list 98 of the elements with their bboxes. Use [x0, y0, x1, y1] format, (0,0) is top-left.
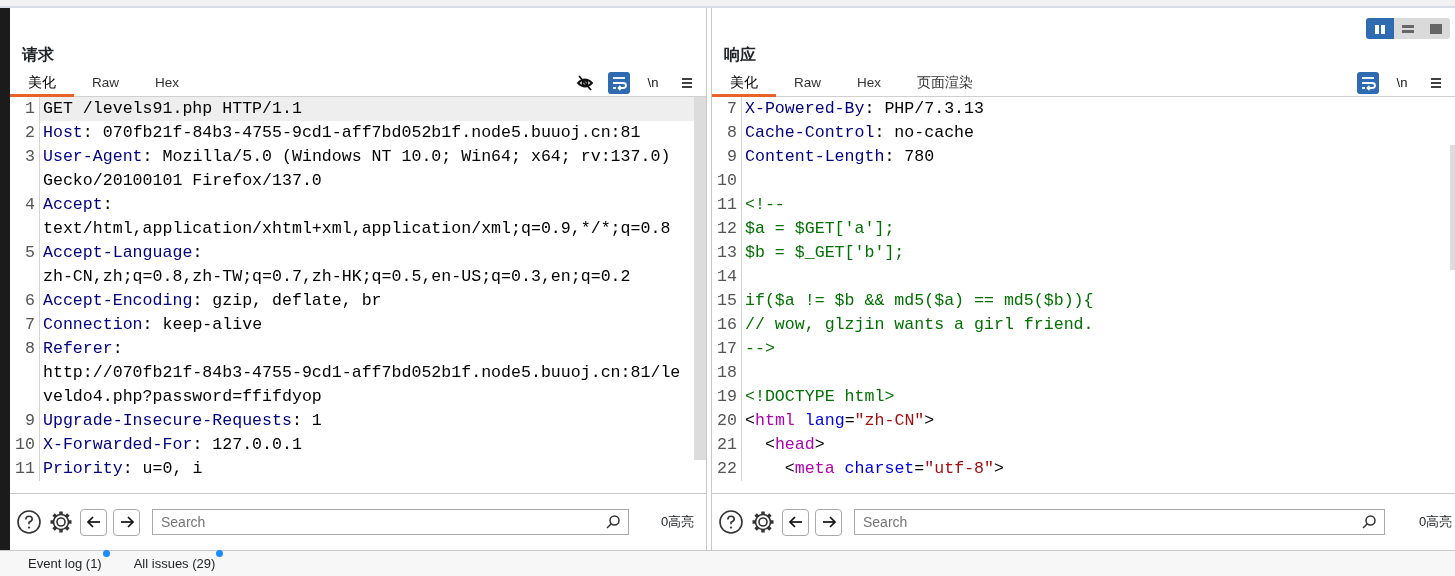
code-line: <head> [763, 434, 826, 456]
code-line: Referer: [43, 338, 124, 360]
line-number: 8 [10, 337, 40, 409]
wrap-icon [610, 74, 628, 92]
line-number: 6 [10, 289, 40, 313]
line-number: 2 [10, 121, 40, 145]
settings-icon[interactable] [750, 509, 776, 535]
code-line: // wow, glzjin wants a girl friend. [745, 314, 1095, 336]
code-line: Host: 070fb21f-84b3-4755-9cd1-aff7bd052b1f.node5.buuoj.cn:81 [43, 122, 642, 144]
help-icon[interactable] [16, 509, 42, 535]
code-line: User-Agent: Mozilla/5.0 (Windows NT 10.0; Win64; x64; rv:137.0) [43, 146, 672, 168]
code-line: Content-Length: 780 [745, 146, 936, 168]
back-button[interactable] [80, 508, 107, 536]
settings-icon[interactable] [48, 509, 74, 535]
search-field[interactable]: Search [152, 509, 629, 535]
layout-icon [1401, 22, 1415, 35]
code-line: Accept-Language: [43, 242, 204, 264]
line-number: 7 [10, 313, 40, 337]
line-number: 11 [712, 193, 742, 217]
tab[interactable]: Hex [839, 69, 900, 97]
line-number: 18 [712, 361, 742, 385]
search-field[interactable]: Search [854, 509, 1385, 535]
code-line: <meta charset="utf-8"> [783, 458, 1005, 480]
layout-icon [1429, 22, 1443, 35]
line-number: 3 [10, 145, 40, 193]
highlight-count: 0高亮 [1419, 513, 1453, 532]
code-line: Connection: keep-alive [43, 314, 264, 336]
line-number: 8 [712, 121, 742, 145]
scrollbar[interactable] [1450, 145, 1455, 270]
code-line: $a = $GET['a']; [745, 218, 896, 240]
code-line: text/html,application/xhtml+xml,application/xml;q=0.9,*/*;q=0.8 [43, 218, 672, 240]
code-line: veldo4.php?password=ffifdyop [43, 386, 323, 408]
code-line: <html lang="zh-CN"> [745, 410, 936, 432]
line-number: 16 [712, 313, 742, 337]
arrow-right-icon [118, 514, 135, 530]
line-number: 19 [712, 385, 742, 409]
line-number: 17 [712, 337, 742, 361]
code-line: GET /levels91.php HTTP/1.1 [43, 98, 303, 120]
arrow-left-icon [85, 514, 102, 530]
line-number: 14 [712, 265, 742, 289]
code-line: Cache-Control: no-cache [745, 122, 976, 144]
line-number: 20 [712, 409, 742, 433]
tab[interactable]: Hex [137, 69, 198, 97]
code-line: X-Forwarded-For: 127.0.0.1 [43, 434, 303, 456]
arrow-left-icon [787, 514, 804, 530]
help-icon[interactable] [718, 509, 744, 535]
newline-toggle[interactable]: \n [1391, 72, 1413, 94]
wrap-button[interactable] [1357, 72, 1379, 94]
search-icon [605, 514, 621, 530]
code-line: Accept: [43, 194, 114, 216]
line-number: 12 [712, 217, 742, 241]
wrap-button[interactable] [608, 72, 630, 94]
line-number: 10 [10, 433, 40, 457]
tab[interactable]: Raw [776, 69, 839, 97]
code-line: Gecko/20100101 Firefox/137.0 [43, 170, 323, 192]
status-tab[interactable]: All issues (29) [133, 555, 216, 571]
code-line: --> [745, 338, 776, 360]
code-line: X-Powered-By: PHP/7.3.13 [745, 98, 985, 120]
code-line: Priority: u=0, i [43, 458, 204, 480]
tab[interactable]: Raw [74, 69, 137, 97]
panel-title: 响应 [723, 45, 757, 65]
layout-button[interactable] [1422, 18, 1450, 39]
eye-slash-icon [576, 74, 594, 92]
back-button[interactable] [782, 508, 809, 536]
code-line: http://070fb21f-84b3-4755-9cd1-aff7bd052b1f.node5.buuoj.cn:81/le [43, 362, 682, 384]
panel-title: 请求 [20, 45, 55, 65]
line-number: 22 [712, 457, 742, 481]
line-number: 4 [10, 193, 40, 241]
line-number: 13 [712, 241, 742, 265]
tab[interactable]: 美化 [712, 69, 776, 97]
line-number: 21 [712, 433, 742, 457]
line-number: 15 [712, 289, 742, 313]
layout-icon [1373, 22, 1387, 35]
line-number: 9 [712, 145, 742, 169]
code-line: <!DOCTYPE html> [745, 386, 896, 408]
tab[interactable]: 页面渲染 [899, 69, 992, 97]
line-number: 10 [712, 169, 742, 193]
line-number: 11 [10, 457, 40, 481]
newline-toggle[interactable]: \n [642, 72, 664, 94]
line-number: 9 [10, 409, 40, 433]
line-number: 7 [712, 97, 742, 121]
line-number: 5 [10, 241, 40, 289]
code-line: $b = $_GET['b']; [745, 242, 906, 264]
code-line: zh-CN,zh;q=0.8,zh-TW;q=0.7,zh-HK;q=0.5,en-US;q=0.3,en;q=0.2 [43, 266, 632, 288]
layout-button[interactable] [1394, 18, 1422, 39]
code-line: Accept-Encoding: gzip, deflate, br [43, 290, 383, 312]
code-line: <!-- [745, 194, 786, 216]
scrollbar[interactable] [694, 97, 706, 460]
layout-button[interactable] [1366, 18, 1394, 39]
highlight-count: 0高亮 [661, 513, 695, 532]
forward-button[interactable] [113, 508, 140, 536]
search-icon [1361, 514, 1377, 530]
status-tab[interactable]: Event log (1) [28, 555, 102, 571]
wrap-icon [1359, 74, 1377, 92]
forward-button[interactable] [815, 508, 842, 536]
arrow-right-icon [820, 514, 837, 530]
code-line: Upgrade-Insecure-Requests: 1 [43, 410, 323, 432]
code-line: if($a != $b && md5($a) == md5($b)){ [745, 290, 1095, 312]
